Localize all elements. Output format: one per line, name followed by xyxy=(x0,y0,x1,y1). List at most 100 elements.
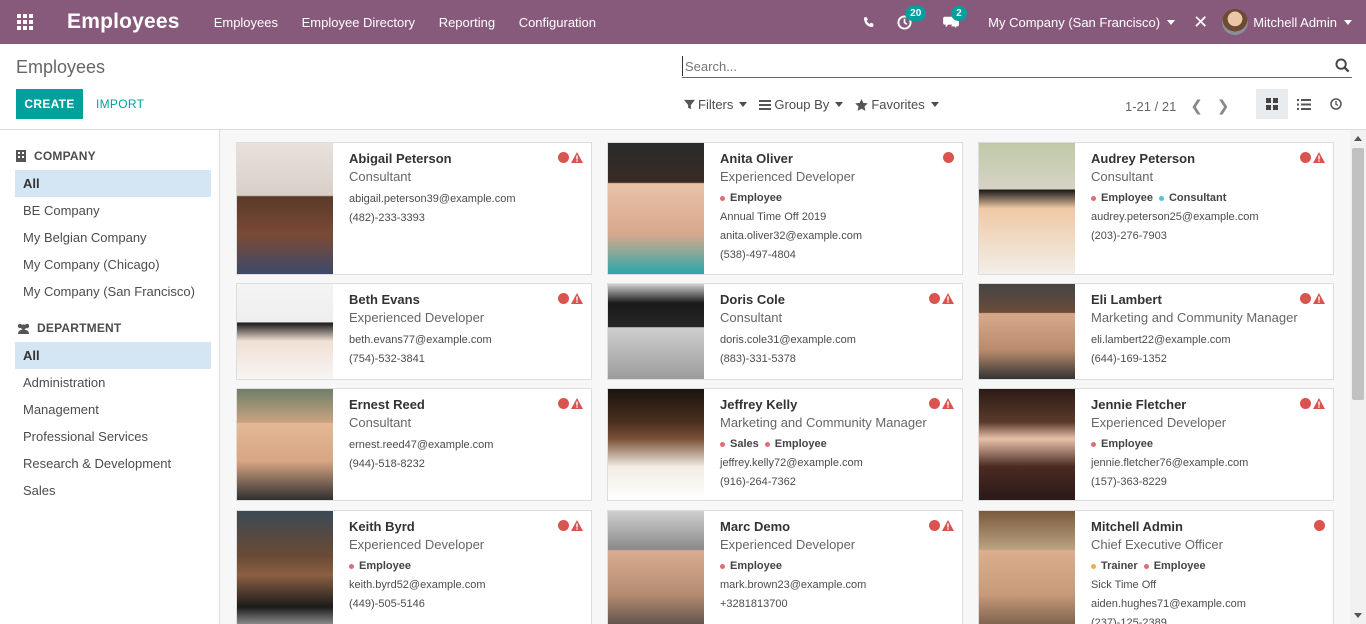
messages-chat-icon[interactable]: 2 xyxy=(943,6,967,29)
search-bar xyxy=(682,56,1352,78)
employee-photo xyxy=(237,143,333,274)
employee-photo xyxy=(979,143,1075,274)
employee-card[interactable]: Anita Oliver Experienced Developer Employe… xyxy=(607,142,963,275)
employee-tag: Employee xyxy=(1091,438,1153,450)
search-input[interactable] xyxy=(682,56,1322,76)
employee-name: Audrey Peterson xyxy=(1091,151,1196,166)
menu-reporting[interactable]: Reporting xyxy=(439,15,495,30)
employee-phone: (482)-233-3393 xyxy=(349,212,425,224)
presence-status xyxy=(929,398,954,409)
department-item[interactable]: Sales xyxy=(15,477,211,504)
tag-color-dot xyxy=(1091,441,1096,447)
employee-card-body: Mitchell Admin Chief Executive Officer Tra… xyxy=(1075,511,1333,624)
employee-leave-info: Sick Time Off xyxy=(1091,579,1157,591)
employee-photo xyxy=(237,389,333,500)
employee-phone: (203)-276-7903 xyxy=(1091,230,1167,242)
search-icon[interactable] xyxy=(1335,58,1350,76)
warning-icon xyxy=(571,398,583,409)
presence-status xyxy=(558,520,583,531)
favorites-dropdown[interactable]: Favorites xyxy=(855,97,939,112)
create-button[interactable]: CREATE xyxy=(16,89,83,119)
app-menu-button[interactable] xyxy=(0,0,50,44)
list-view-button[interactable] xyxy=(1288,89,1320,119)
menu-configuration[interactable]: Configuration xyxy=(519,15,596,30)
phone-icon[interactable] xyxy=(862,16,875,29)
employee-card[interactable]: Eli Lambert Marketing and Community Manag… xyxy=(978,283,1334,380)
employee-phone: (883)-331-5378 xyxy=(720,353,796,365)
presence-status xyxy=(558,293,583,304)
user-menu[interactable]: Mitchell Admin xyxy=(1222,9,1352,35)
department-item-all[interactable]: All xyxy=(15,342,211,369)
warning-icon xyxy=(942,293,954,304)
employee-card[interactable]: Jeffrey Kelly Marketing and Community Man… xyxy=(607,388,963,501)
employee-card[interactable]: Abigail Peterson Consultant abigail.peters… xyxy=(236,142,592,275)
employee-card[interactable]: Beth Evans Experienced Developer beth.evan… xyxy=(236,283,592,380)
activity-view-button[interactable] xyxy=(1320,89,1352,119)
company-switcher-label: My Company (San Francisco) xyxy=(988,14,1161,30)
scrollbar-thumb[interactable] xyxy=(1352,148,1364,400)
pager-next-icon[interactable]: ❯ xyxy=(1217,97,1230,115)
tag-color-dot xyxy=(720,441,725,447)
presence-status xyxy=(558,152,583,163)
employee-email: ernest.reed47@example.com xyxy=(349,439,494,451)
tag-label: Employee xyxy=(1101,438,1153,450)
activity-clock-icon[interactable]: 20 xyxy=(897,5,927,30)
employee-job-title: Experienced Developer xyxy=(720,169,856,184)
employee-photo xyxy=(608,284,704,379)
employee-job-title: Consultant xyxy=(1091,169,1154,184)
employee-name: Jennie Fletcher xyxy=(1091,397,1187,412)
message-count-badge: 2 xyxy=(951,6,967,21)
employee-card[interactable]: Jennie Fletcher Experienced Developer Empl… xyxy=(978,388,1334,501)
filters-dropdown[interactable]: Filters xyxy=(684,97,748,112)
employee-name: Beth Evans xyxy=(349,292,420,307)
menu-employee-directory[interactable]: Employee Directory xyxy=(302,15,415,30)
department-item[interactable]: Professional Services xyxy=(15,423,211,450)
employee-phone: (644)-169-1352 xyxy=(1091,353,1167,365)
employee-card[interactable]: Mitchell Admin Chief Executive Officer Tra… xyxy=(978,510,1334,624)
employee-card[interactable]: Marc Demo Experienced Developer Employee ma… xyxy=(607,510,963,624)
company-switcher[interactable]: My Company (San Francisco) xyxy=(988,14,1176,30)
company-item[interactable]: My Belgian Company xyxy=(15,224,211,251)
employee-email: aiden.hughes71@example.com xyxy=(1091,598,1246,610)
kanban-view-button[interactable] xyxy=(1256,89,1288,119)
employee-card-body: Marc Demo Experienced Developer Employee ma… xyxy=(704,511,962,624)
employee-tags: Employee xyxy=(720,559,962,573)
company-item[interactable]: BE Company xyxy=(15,197,211,224)
employee-card[interactable]: Doris Cole Consultant doris.cole31@example… xyxy=(607,283,963,380)
breadcrumb: Employees xyxy=(16,57,106,77)
absent-status-dot-icon xyxy=(1314,520,1325,531)
department-item[interactable]: Management xyxy=(15,396,211,423)
scroll-down-icon[interactable] xyxy=(1354,613,1362,618)
import-button[interactable]: IMPORT xyxy=(96,97,144,111)
pager-previous-icon[interactable]: ❮ xyxy=(1190,97,1203,115)
employee-leave-info: Annual Time Off 2019 xyxy=(720,211,827,223)
tag-color-dot xyxy=(1091,563,1096,569)
warning-icon xyxy=(1313,398,1325,409)
presence-status xyxy=(1314,520,1325,531)
company-item[interactable]: My Company (Chicago) xyxy=(15,251,211,278)
app-title[interactable]: Employees xyxy=(67,10,180,34)
employee-card[interactable]: Keith Byrd Experienced Developer Employee k… xyxy=(236,510,592,624)
employee-card[interactable]: Audrey Peterson Consultant Employee Consult… xyxy=(978,142,1334,275)
groupby-dropdown[interactable]: Group By xyxy=(759,97,844,112)
employee-tags: Employee xyxy=(349,559,591,573)
tag-label: Consultant xyxy=(1168,192,1227,204)
absent-status-dot-icon xyxy=(558,152,569,163)
debug-tools-icon[interactable]: ✕ xyxy=(1193,12,1208,33)
user-name: Mitchell Admin xyxy=(1253,14,1337,30)
pager-value[interactable]: 1-21 / 21 xyxy=(1125,99,1176,114)
tag-label: Employee xyxy=(1101,192,1153,204)
scroll-up-icon[interactable] xyxy=(1354,136,1362,141)
menu-employees[interactable]: Employees xyxy=(214,15,278,30)
warning-icon xyxy=(571,293,583,304)
employee-card[interactable]: Ernest Reed Consultant ernest.reed47@examp… xyxy=(236,388,592,501)
company-item[interactable]: My Company (San Francisco) xyxy=(15,278,211,305)
employee-tags: Trainer Employee xyxy=(1091,559,1333,573)
star-icon xyxy=(855,98,869,111)
list-icon xyxy=(1297,98,1311,110)
employee-name: Abigail Peterson xyxy=(349,151,452,166)
department-item[interactable]: Administration xyxy=(15,369,211,396)
department-item[interactable]: Research & Development xyxy=(15,450,211,477)
company-item-all[interactable]: All xyxy=(15,170,211,197)
scrollbar[interactable] xyxy=(1350,130,1366,624)
